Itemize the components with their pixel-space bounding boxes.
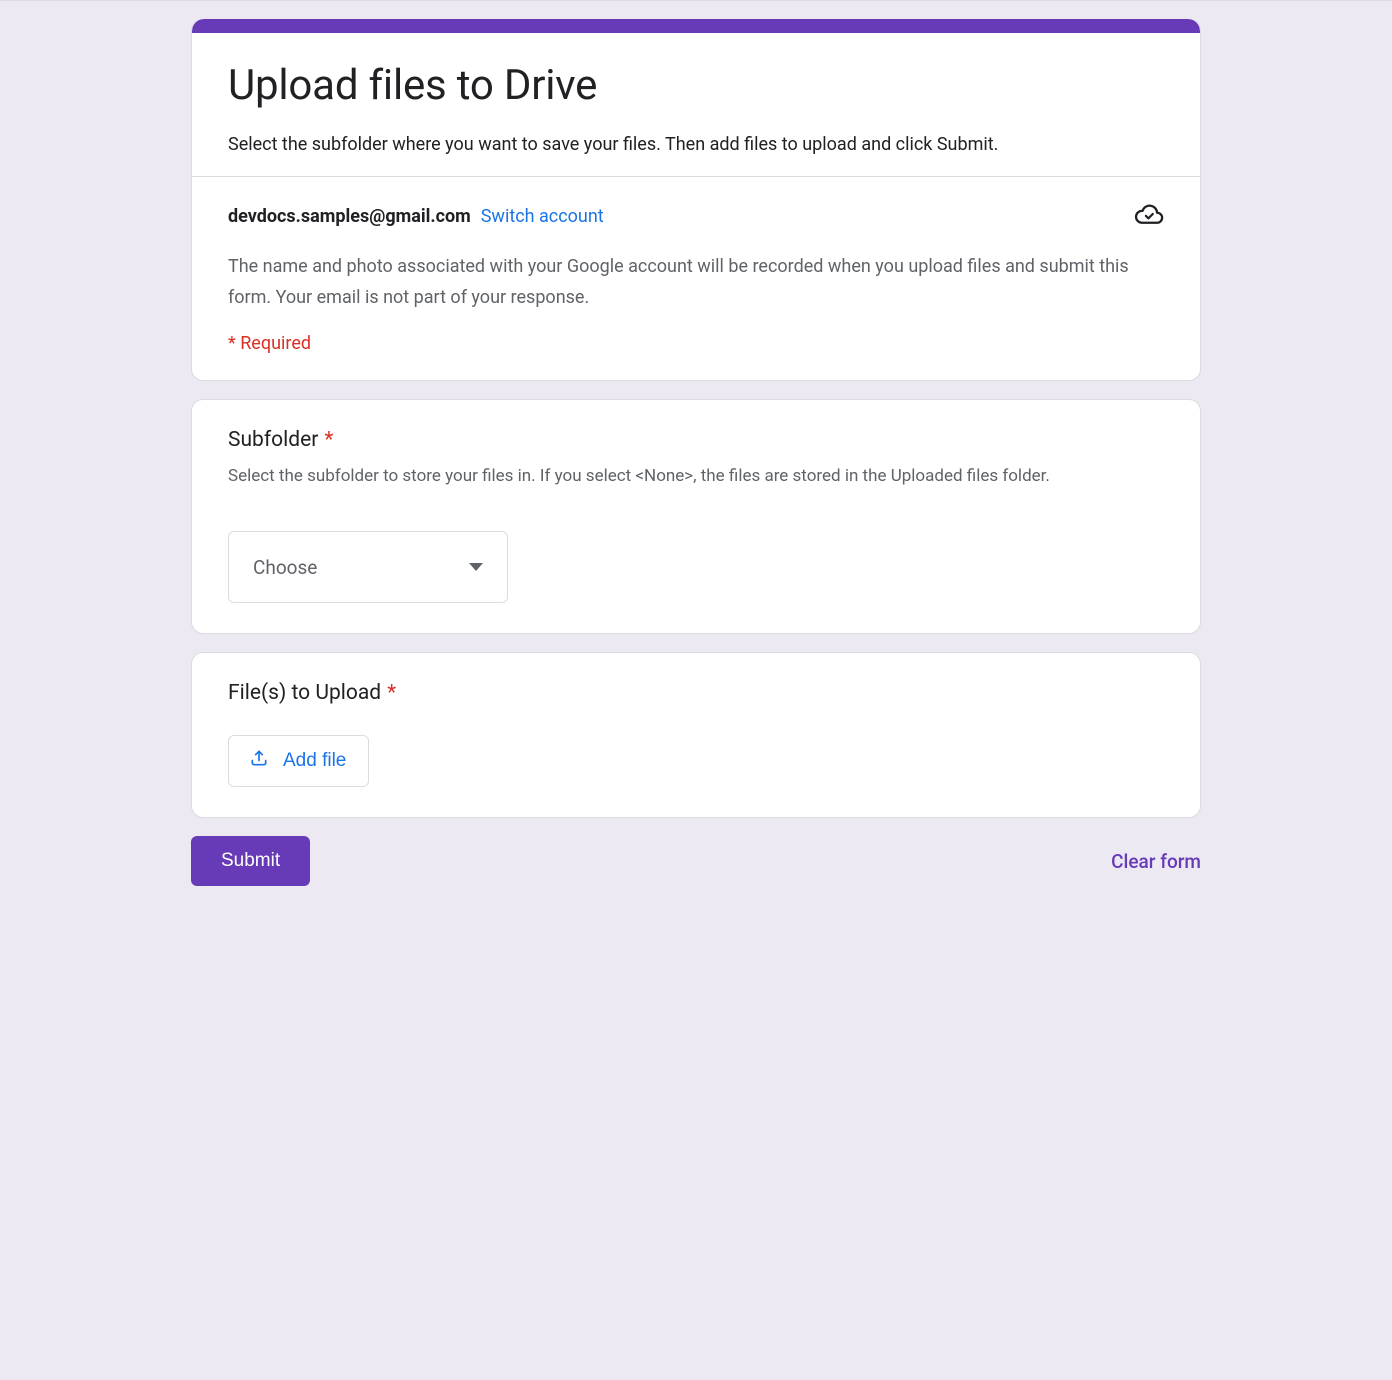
upload-icon xyxy=(249,748,269,774)
form-page: Upload files to Drive Select the subfold… xyxy=(191,1,1201,926)
question-title-row: File(s) to Upload * xyxy=(228,681,1164,705)
submit-button[interactable]: Submit xyxy=(191,836,310,886)
header-body: Upload files to Drive Select the subfold… xyxy=(192,33,1200,176)
required-star: * xyxy=(324,428,333,452)
clear-form-link[interactable]: Clear form xyxy=(1111,850,1201,873)
question-subfolder-card: Subfolder * Select the subfolder to stor… xyxy=(191,399,1201,634)
form-description: Select the subfolder where you want to s… xyxy=(228,131,1164,160)
form-header-card: Upload files to Drive Select the subfold… xyxy=(191,19,1201,381)
form-title: Upload files to Drive xyxy=(228,61,1164,111)
switch-account-link[interactable]: Switch account xyxy=(481,206,604,227)
chevron-down-icon xyxy=(469,563,483,571)
cloud-done-icon xyxy=(1134,199,1164,234)
question-body: Subfolder * Select the subfolder to stor… xyxy=(192,400,1200,633)
question-title: File(s) to Upload xyxy=(228,681,381,705)
add-file-button[interactable]: Add file xyxy=(228,735,369,787)
subfolder-select[interactable]: Choose xyxy=(228,531,508,603)
add-file-label: Add file xyxy=(283,750,346,772)
question-title: Subfolder xyxy=(228,428,318,452)
account-section: devdocs.samples@gmail.com Switch account… xyxy=(192,177,1200,380)
form-actions: Submit Clear form xyxy=(191,836,1201,886)
account-email: devdocs.samples@gmail.com xyxy=(228,206,471,227)
subfolder-select-label: Choose xyxy=(253,556,317,579)
required-indicator: * Required xyxy=(228,333,1164,354)
header-accent-stripe xyxy=(192,19,1200,33)
question-body: File(s) to Upload * Add file xyxy=(192,653,1200,817)
question-files-card: File(s) to Upload * Add file xyxy=(191,652,1201,818)
required-star: * xyxy=(387,681,396,705)
account-row: devdocs.samples@gmail.com Switch account xyxy=(228,199,1164,234)
question-description: Select the subfolder to store your files… xyxy=(228,462,1164,491)
question-title-row: Subfolder * xyxy=(228,428,1164,452)
account-note: The name and photo associated with your … xyxy=(228,252,1164,313)
